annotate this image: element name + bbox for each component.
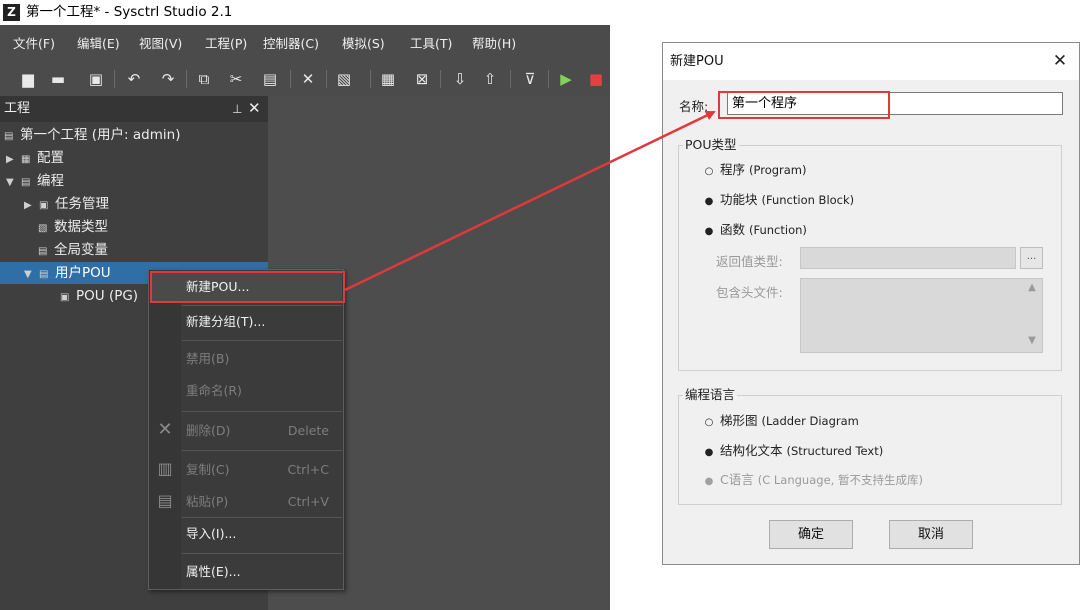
menu-tools[interactable]: 工具(T)	[410, 25, 452, 63]
menu-item-disable[interactable]: 禁用(B)	[186, 349, 229, 369]
close-icon[interactable]: ✕	[1048, 49, 1072, 73]
task-icon: ▣	[39, 200, 49, 211]
delete-icon: ✕	[157, 419, 173, 440]
menu-item-paste[interactable]: 粘贴(P)	[186, 492, 228, 512]
run-icon[interactable]: ▶	[556, 69, 576, 89]
variable-icon: ▤	[38, 246, 48, 257]
scroll-up-icon[interactable]: ▲	[1025, 281, 1039, 295]
scroll-down-icon[interactable]: ▼	[1025, 334, 1039, 348]
radio-structured-text[interactable]: ● 结构化文本 (Structured Text)	[704, 441, 884, 461]
clean-icon[interactable]: ⊠	[412, 69, 432, 89]
redo-icon[interactable]: ↷	[158, 69, 178, 89]
radio-selected-icon: ○	[704, 166, 714, 177]
folder-icon: ▤	[21, 177, 31, 188]
panel-header: 工程	[0, 96, 268, 122]
menu-project[interactable]: 工程(P)	[205, 25, 247, 63]
close-icon[interactable]: ✕	[248, 99, 264, 117]
return-type-label: 返回值类型:	[716, 254, 783, 269]
tree-item-user-pou[interactable]: ▼ ▤ 用户POU	[24, 262, 111, 285]
pou-type-group-title: POU类型	[683, 137, 739, 152]
connect-icon[interactable]: ⊽	[520, 69, 540, 89]
window-title: 第一个工程* - Sysctrl Studio 2.1	[26, 4, 233, 20]
collapse-arrow-icon[interactable]: ▼	[24, 263, 36, 286]
shortcut-paste: Ctrl+V	[287, 494, 329, 509]
ok-button[interactable]: 确定	[769, 520, 853, 549]
return-type-input[interactable]	[800, 247, 1016, 269]
undo-icon[interactable]: ↶	[124, 69, 144, 89]
pin-icon[interactable]: ⊥	[232, 100, 244, 118]
radio-icon: ●	[704, 447, 714, 458]
cancel-button[interactable]: 取消	[889, 520, 973, 549]
dialog-title: 新建POU	[670, 54, 724, 69]
menu-item-new-group[interactable]: 新建分组(T)...	[186, 312, 265, 332]
shortcut-delete: Delete	[287, 423, 329, 438]
studio-logo-icon: Z	[3, 4, 20, 21]
radio-function[interactable]: ● 函数 (Function)	[704, 220, 807, 240]
stop-icon[interactable]: ■	[586, 69, 606, 89]
config-icon: ▦	[21, 154, 31, 165]
menu-item-copy[interactable]: 复制(C)	[186, 460, 229, 480]
copy-icon[interactable]: ⧉	[194, 69, 214, 89]
tree-item-project[interactable]: ▤ 第一个工程 (用户: admin)	[4, 124, 180, 147]
include-textarea[interactable]	[800, 278, 1043, 353]
return-type-browse-button[interactable]: ...	[1020, 247, 1043, 269]
radio-function-block[interactable]: ● 功能块 (Function Block)	[704, 190, 855, 210]
menu-controller[interactable]: 控制器(C)	[263, 25, 319, 63]
window-titlebar: 第一个工程* - Sysctrl Studio 2.1	[0, 0, 610, 25]
tree-item-datatypes[interactable]: ▧ 数据类型	[38, 216, 108, 239]
build-icon[interactable]: ▦	[378, 69, 398, 89]
datatype-icon: ▧	[38, 223, 48, 234]
menu-help[interactable]: 帮助(H)	[472, 25, 516, 63]
toolbar: ▆ ▬ ▣ ↶ ↷ ⧉ ✂ ▤ ✕ ▧ ▦ ⊠ ⇩ ⇧ ⊽ ▶ ■	[0, 63, 610, 153]
compile-icon[interactable]: ▧	[334, 69, 354, 89]
paste-icon[interactable]: ▤	[260, 69, 280, 89]
tree-item-globals[interactable]: ▤ 全局变量	[38, 239, 108, 262]
copy-icon: ▥	[157, 459, 173, 478]
radio-icon: ●	[704, 226, 714, 237]
panel-title: 工程	[4, 101, 31, 116]
collapse-arrow-icon[interactable]: ▼	[6, 171, 18, 194]
radio-ladder[interactable]: ○ 梯形图 (Ladder Diagram	[704, 411, 859, 431]
menu-file[interactable]: 文件(F)	[13, 25, 55, 63]
name-label: 名称:	[679, 99, 709, 114]
tree-item-config[interactable]: ▶ ▦ 配置	[6, 147, 64, 170]
folder-icon: ▤	[39, 269, 49, 280]
tree-item-tasks[interactable]: ▶ ▣ 任务管理	[24, 193, 109, 216]
menu-item-properties[interactable]: 属性(E)...	[186, 562, 241, 582]
radio-icon: ●	[704, 476, 714, 487]
highlight-box-menu	[150, 271, 345, 303]
menu-item-import[interactable]: 导入(I)...	[186, 524, 236, 544]
radio-program[interactable]: ○ 程序 (Program)	[704, 160, 807, 180]
menu-edit[interactable]: 编辑(E)	[77, 25, 120, 63]
menu-item-delete[interactable]: 删除(D)	[186, 421, 230, 441]
menu-item-rename[interactable]: 重命名(R)	[186, 381, 242, 401]
include-label: 包含头文件:	[716, 285, 783, 300]
cut-icon[interactable]: ✂	[226, 69, 246, 89]
open-folder-icon[interactable]: ▬	[48, 69, 68, 89]
radio-icon: ●	[704, 196, 714, 207]
project-icon: ▤	[4, 131, 14, 142]
paste-icon: ▤	[157, 491, 173, 510]
highlight-box-name	[718, 91, 890, 119]
upload-icon[interactable]: ⇧	[480, 69, 500, 89]
tree-item-programming[interactable]: ▼ ▤ 编程	[6, 170, 64, 193]
radio-c-language[interactable]: ● C语言 (C Language, 暂不支持生成库)	[704, 470, 923, 490]
radio-selected-icon: ○	[704, 417, 714, 428]
save-icon[interactable]: ▣	[86, 69, 106, 89]
menu-view[interactable]: 视图(V)	[139, 25, 182, 63]
menubar: 文件(F) 编辑(E) 视图(V) 工程(P) 控制器(C) 模拟(S) 工具(…	[0, 25, 610, 63]
expand-arrow-icon[interactable]: ▶	[24, 194, 36, 217]
pou-icon: ▣	[60, 292, 70, 303]
delete-icon[interactable]: ✕	[298, 69, 318, 89]
download-icon[interactable]: ⇩	[450, 69, 470, 89]
tree-item-pou-pg[interactable]: ▣ POU (PG)	[60, 285, 138, 308]
shortcut-copy: Ctrl+C	[287, 462, 329, 477]
menu-simulate[interactable]: 模拟(S)	[342, 25, 385, 63]
language-group-title: 编程语言	[683, 387, 738, 402]
new-file-icon[interactable]: ▆	[18, 69, 38, 89]
dialog-titlebar	[663, 43, 1079, 80]
expand-arrow-icon[interactable]: ▶	[6, 148, 18, 171]
